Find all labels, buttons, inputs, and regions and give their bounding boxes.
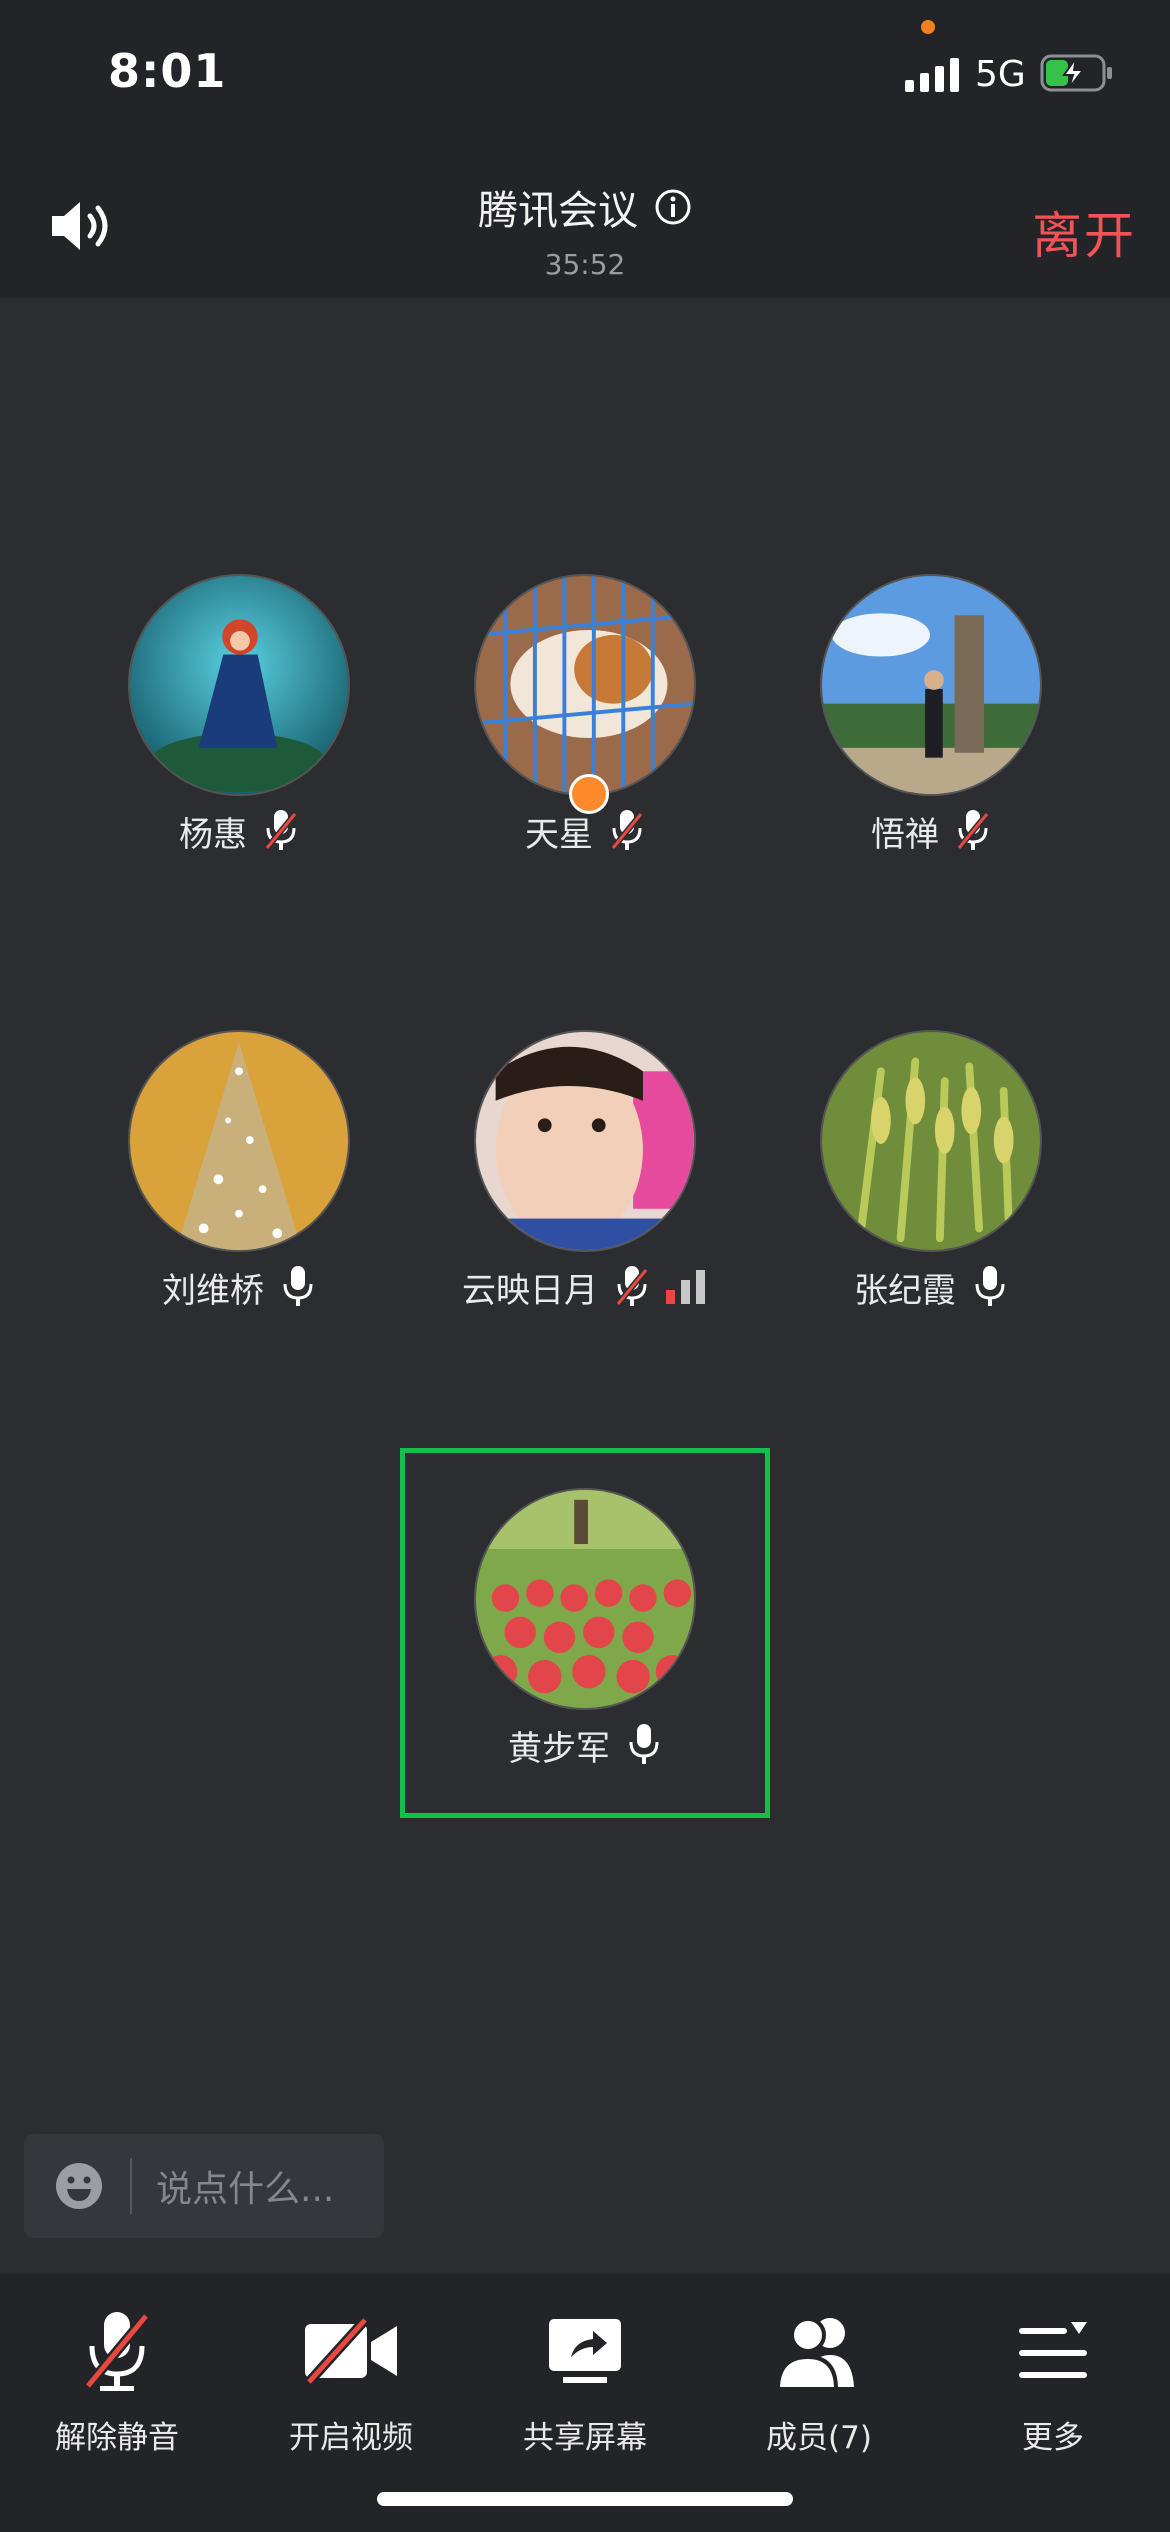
host-badge-icon (569, 774, 609, 814)
participant-tile[interactable]: 云映日月 (435, 1030, 735, 1312)
members-button[interactable]: 成员(7) (702, 2308, 936, 2457)
participant-name: 悟禅 (871, 814, 939, 855)
participant-tile[interactable]: 张纪霞 (781, 1030, 1081, 1312)
video-off-icon (305, 2316, 397, 2386)
avatar (474, 1030, 696, 1252)
start-video-button[interactable]: 开启视频 (234, 2308, 468, 2457)
privacy-indicator-dot (921, 20, 935, 34)
meeting-title: 腾讯会议 (478, 188, 638, 234)
chat-placeholder: 说点什么... (156, 2169, 335, 2210)
home-indicator[interactable] (377, 2492, 793, 2506)
avatar (128, 1030, 350, 1252)
network-quality-icon (666, 1270, 705, 1304)
mic-icon (629, 1724, 659, 1764)
mic-icon (283, 1266, 313, 1306)
tool-label: 共享屏幕 (523, 2420, 647, 2456)
avatar (128, 574, 350, 796)
info-icon[interactable] (654, 188, 692, 226)
tool-label: 开启视频 (289, 2420, 413, 2456)
cellular-signal-icon (905, 58, 959, 92)
participant-name: 杨惠 (179, 814, 247, 855)
mic-muted-icon (956, 810, 990, 850)
mic-icon (975, 1266, 1005, 1306)
avatar (474, 574, 696, 796)
mic-muted-icon (264, 810, 298, 850)
status-time: 8:01 (108, 44, 227, 98)
top-bar: 8:01 5G 腾讯会议 35:52 离开 (0, 0, 1170, 298)
participant-name: 张纪霞 (854, 1270, 956, 1311)
participant-name: 刘维桥 (162, 1270, 264, 1311)
network-type: 5G (975, 54, 1026, 95)
participant-tile[interactable]: 悟禅 (781, 574, 1081, 856)
share-screen-button[interactable]: 共享屏幕 (468, 2308, 702, 2457)
mic-muted-icon (615, 1266, 649, 1306)
bottom-toolbar: 解除静音 开启视频 共享屏幕 成员(7) 更多 (0, 2274, 1170, 2532)
battery-charging-icon (1040, 54, 1112, 92)
mic-muted-icon (610, 810, 644, 850)
chat-input[interactable]: 说点什么... (24, 2134, 384, 2238)
more-icon (1019, 2322, 1087, 2378)
unmute-button[interactable]: 解除静音 (0, 2308, 234, 2457)
avatar (474, 1488, 696, 1710)
participant-tile[interactable]: 杨惠 (89, 574, 389, 856)
participant-tile[interactable]: 黄步军 (435, 1488, 735, 1770)
more-button[interactable]: 更多 (936, 2308, 1170, 2457)
tool-label: 成员(7) (766, 2420, 872, 2456)
members-icon (775, 2317, 854, 2389)
avatar (820, 574, 1042, 796)
leave-button[interactable]: 离开 (1032, 196, 1136, 268)
tool-label: 更多 (1022, 2420, 1084, 2456)
participant-name: 云映日月 (462, 1270, 598, 1311)
avatar (820, 1030, 1042, 1252)
meeting-title-area: 腾讯会议 (0, 178, 1170, 236)
mic-muted-icon (84, 2312, 150, 2391)
participant-name: 天星 (525, 814, 593, 855)
share-screen-icon (549, 2319, 621, 2383)
participant-name: 黄步军 (508, 1728, 610, 1769)
participant-tile[interactable]: 刘维桥 (89, 1030, 389, 1312)
emoji-icon[interactable] (54, 2161, 104, 2211)
chat-divider (130, 2158, 132, 2214)
tool-label: 解除静音 (55, 2420, 179, 2456)
meeting-timer: 35:52 (544, 248, 626, 281)
participant-tile[interactable]: 天星 (435, 574, 735, 856)
